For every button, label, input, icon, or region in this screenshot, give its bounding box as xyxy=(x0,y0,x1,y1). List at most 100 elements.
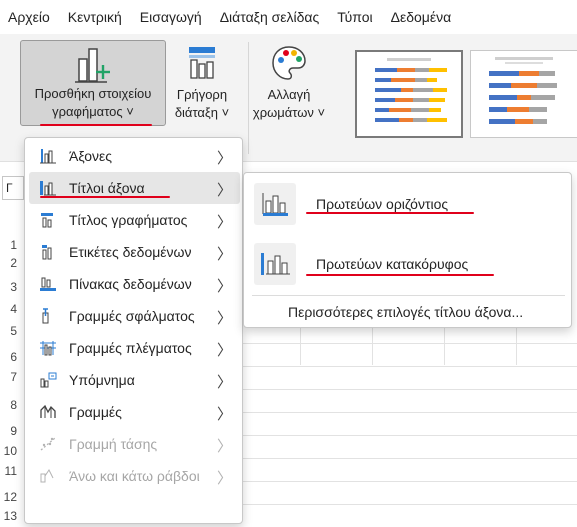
axis-titles-submenu: Πρωτεύων οριζόντιος Πρωτεύων κατακόρυφος… xyxy=(243,172,572,328)
row-header[interactable]: 9 xyxy=(0,420,22,442)
row-header[interactable]: 10 xyxy=(0,440,22,462)
data-table-icon xyxy=(40,277,56,291)
chevron-right-icon: 〉 xyxy=(216,214,232,231)
change-colors-label-2: χρωμάτων ˅ xyxy=(252,105,326,120)
menu-item-lines[interactable]: Γραμμές 〉 xyxy=(29,396,240,428)
row-header[interactable]: 6 xyxy=(0,346,22,368)
tab-insert[interactable]: Εισαγωγή xyxy=(140,9,202,25)
lines-icon xyxy=(40,404,56,418)
add-chart-element-label-2: γραφήματος ˅ xyxy=(52,104,134,119)
menu-item-legend[interactable]: Υπόμνημα 〉 xyxy=(29,364,240,396)
annotation-underline xyxy=(306,274,494,276)
chart-style-thumbnail-1[interactable] xyxy=(355,50,463,138)
quick-layout-label-2: διάταξη ˅ xyxy=(174,105,230,120)
submenu-divider xyxy=(252,295,565,296)
add-chart-element-icon xyxy=(75,48,110,83)
data-labels-icon xyxy=(42,245,52,260)
chevron-right-icon: 〉 xyxy=(216,278,232,295)
gridline xyxy=(240,435,577,436)
menu-item-gridlines[interactable]: Γραμμές πλέγματος 〉 xyxy=(29,332,240,364)
submenu-item-label: Πρωτεύων οριζόντιος xyxy=(316,196,449,212)
change-colors-label-1: Αλλαγή xyxy=(267,87,311,102)
chevron-right-icon: 〉 xyxy=(216,470,232,487)
chevron-right-icon: 〉 xyxy=(216,342,232,359)
menu-item-label: Τίτλοι άξονα xyxy=(69,180,145,196)
trendline-icon xyxy=(40,437,56,451)
gridline xyxy=(240,366,577,367)
tab-home[interactable]: Κεντρική xyxy=(68,9,122,25)
chart-style-preview-1 xyxy=(375,58,447,122)
legend-icon xyxy=(40,372,57,388)
primary-vertical-axis-title-icon xyxy=(261,253,290,275)
add-chart-element-label-1: Προσθήκη στοιχείου xyxy=(34,86,152,101)
chevron-right-icon: 〉 xyxy=(216,438,232,455)
axes-icon xyxy=(40,149,56,164)
name-box[interactable]: Γ xyxy=(2,176,24,200)
gridline xyxy=(240,412,577,413)
menu-item-label: Άνω και κάτω ράβδοι xyxy=(69,468,200,484)
chevron-right-icon: 〉 xyxy=(216,374,232,391)
error-bars-icon xyxy=(42,308,49,324)
menu-item-label: Ετικέτες δεδομένων xyxy=(69,244,192,260)
submenu-item-more-options[interactable]: Περισσότερες επιλογές τίτλου άξονα... xyxy=(288,304,523,320)
ribbon-separator xyxy=(248,42,249,154)
gridlines-icon xyxy=(40,341,56,356)
row-header[interactable]: 4 xyxy=(0,298,22,320)
tab-page-layout[interactable]: Διάταξη σελίδας xyxy=(220,9,320,25)
chevron-right-icon: 〉 xyxy=(216,310,232,327)
gridline xyxy=(240,504,577,505)
menu-item-chart-title[interactable]: Τίτλος γραφήματος 〉 xyxy=(29,204,240,236)
submenu-item-primary-vertical[interactable]: Πρωτεύων κατακόρυφος xyxy=(250,239,565,289)
menu-item-label: Υπόμνημα xyxy=(69,372,135,388)
gridline xyxy=(240,389,577,390)
menu-item-data-labels[interactable]: Ετικέτες δεδομένων 〉 xyxy=(29,236,240,268)
chevron-right-icon: 〉 xyxy=(216,150,232,167)
menu-bar: Αρχείο Κεντρική Εισαγωγή Διάταξη σελίδας… xyxy=(0,0,577,34)
menu-item-axes[interactable]: Άξονες 〉 xyxy=(29,140,240,172)
menu-item-label: Τίτλος γραφήματος xyxy=(69,212,188,228)
menu-item-axis-titles[interactable]: Τίτλοι άξονα 〉 xyxy=(29,172,240,204)
row-header[interactable]: 11 xyxy=(0,460,22,482)
chart-style-preview-2 xyxy=(489,57,557,124)
axis-titles-icon xyxy=(40,181,56,196)
gridline xyxy=(240,481,577,482)
chart-title-icon xyxy=(41,213,53,228)
row-header[interactable]: 13 xyxy=(0,505,22,527)
menu-item-error-bars[interactable]: Γραμμές σφάλματος 〉 xyxy=(29,300,240,332)
quick-layout-icon xyxy=(189,47,215,79)
menu-item-up-down-bars[interactable]: Άνω και κάτω ράβδοι 〉 xyxy=(29,460,240,492)
menu-item-trendline[interactable]: Γραμμή τάσης 〉 xyxy=(29,428,240,460)
excel-window: { "menu_tabs": ["Αρχείο", "Κεντρική", "Ε… xyxy=(0,0,577,527)
tab-file[interactable]: Αρχείο xyxy=(8,9,50,25)
menu-item-label: Πίνακας δεδομένων xyxy=(69,276,192,292)
menu-item-label: Γραμμές xyxy=(69,404,122,420)
quick-layout-label-1: Γρήγορη xyxy=(176,87,228,102)
row-header[interactable]: 5 xyxy=(0,320,22,342)
gridline xyxy=(240,458,577,459)
chart-style-thumbnail-2[interactable] xyxy=(470,50,577,138)
primary-horizontal-axis-title-icon xyxy=(262,193,288,216)
chevron-right-icon: 〉 xyxy=(216,246,232,263)
annotation-underline xyxy=(40,124,152,126)
row-header[interactable]: 8 xyxy=(0,394,22,416)
tab-formulas[interactable]: Τύποι xyxy=(337,9,372,25)
add-chart-element-button[interactable]: Προσθήκη στοιχείου γραφήματος ˅ xyxy=(20,40,166,126)
tab-data[interactable]: Δεδομένα xyxy=(391,9,452,25)
submenu-item-label: Πρωτεύων κατακόρυφος xyxy=(316,256,469,272)
row-header[interactable]: 2 xyxy=(0,252,22,274)
row-header[interactable]: 3 xyxy=(0,276,22,298)
up-down-bars-icon xyxy=(40,469,54,483)
menu-item-label: Γραμμή τάσης xyxy=(69,436,158,452)
primary-vertical-icon-box xyxy=(254,243,296,285)
submenu-item-primary-horizontal[interactable]: Πρωτεύων οριζόντιος xyxy=(250,179,565,229)
chevron-right-icon: 〉 xyxy=(216,406,232,423)
menu-item-label: Γραμμές πλέγματος xyxy=(69,340,192,356)
palette-icon xyxy=(272,46,306,80)
quick-layout-button[interactable]: Γρήγορη διάταξη ˅ xyxy=(170,44,234,124)
row-header[interactable]: 7 xyxy=(0,366,22,388)
change-colors-button[interactable]: Αλλαγή χρωμάτων ˅ xyxy=(252,44,326,130)
menu-item-data-table[interactable]: Πίνακας δεδομένων 〉 xyxy=(29,268,240,300)
menu-item-label: Γραμμές σφάλματος xyxy=(69,308,195,324)
menu-item-label: Άξονες xyxy=(69,148,113,164)
primary-horizontal-icon-box xyxy=(254,183,296,225)
